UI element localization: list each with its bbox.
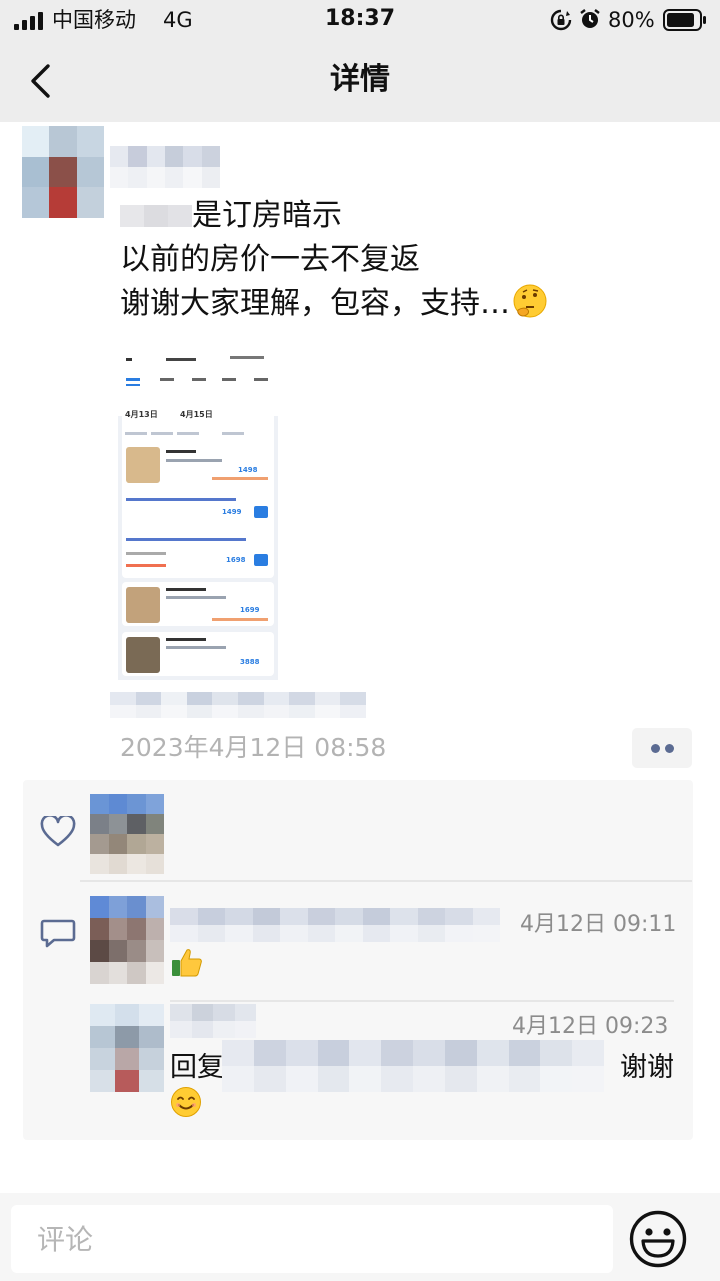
image-room-card-2: 1699: [122, 582, 274, 626]
smiling-face-emoji: [171, 1087, 201, 1117]
comment-input[interactable]: [11, 1205, 613, 1273]
heart-icon: [40, 816, 76, 847]
author-name[interactable]: [110, 146, 220, 188]
author-avatar[interactable]: [22, 126, 104, 218]
emoji-button-icon[interactable]: [628, 1209, 688, 1269]
image-room-card-1: 1498 1499 1698: [122, 442, 274, 578]
post-line-2: 以前的房价一去不复返: [120, 242, 420, 277]
commenter-avatar[interactable]: [90, 1004, 164, 1092]
post-text: 是订房暗示 以前的房价一去不复返 谢谢大家理解，包容，支持…: [120, 194, 680, 326]
alarm-icon: [580, 9, 600, 28]
dot-icon: [651, 744, 660, 753]
liker-avatar[interactable]: [90, 794, 164, 874]
image-room-card-3: 3888: [122, 632, 274, 676]
divider: [80, 880, 692, 882]
divider: [170, 1000, 674, 1002]
commenter-name[interactable]: [170, 1004, 256, 1038]
page-title: 详情: [330, 62, 390, 97]
navigation-bar: 详情: [0, 40, 720, 122]
rotation-lock-icon: [550, 9, 572, 31]
redacted-word: [120, 205, 192, 227]
reply-text: 谢谢: [620, 1052, 674, 1083]
commenter-name[interactable]: [170, 908, 500, 942]
comment-icon: [40, 919, 76, 948]
comment-timestamp: 4月12日 09:11: [520, 912, 677, 937]
battery-percent: 80%: [608, 8, 655, 32]
redacted-caption: [110, 692, 366, 718]
post-timestamp: 2023年4月12日 08:58: [120, 733, 387, 762]
commenter-avatar[interactable]: [90, 896, 164, 984]
more-options-button[interactable]: [632, 728, 692, 768]
post-line-1: 是订房暗示: [120, 194, 680, 238]
dot-icon: [665, 744, 674, 753]
reply-prefix: 回复: [170, 1052, 224, 1083]
post-image[interactable]: 4月13日 4月15日 1498 1499 1698 1699 3888: [118, 342, 278, 680]
battery-icon: [663, 9, 706, 31]
thumbs-up-emoji: [172, 949, 202, 977]
post-line-3: 谢谢大家理解，包容，支持…: [120, 282, 680, 326]
comment-timestamp: 4月12日 09:23: [512, 1014, 669, 1039]
status-bar: 中国移动 4G 18:37 80%: [0, 0, 720, 40]
reply-target-name[interactable]: [222, 1040, 604, 1092]
thinking-face-emoji: [513, 284, 547, 318]
